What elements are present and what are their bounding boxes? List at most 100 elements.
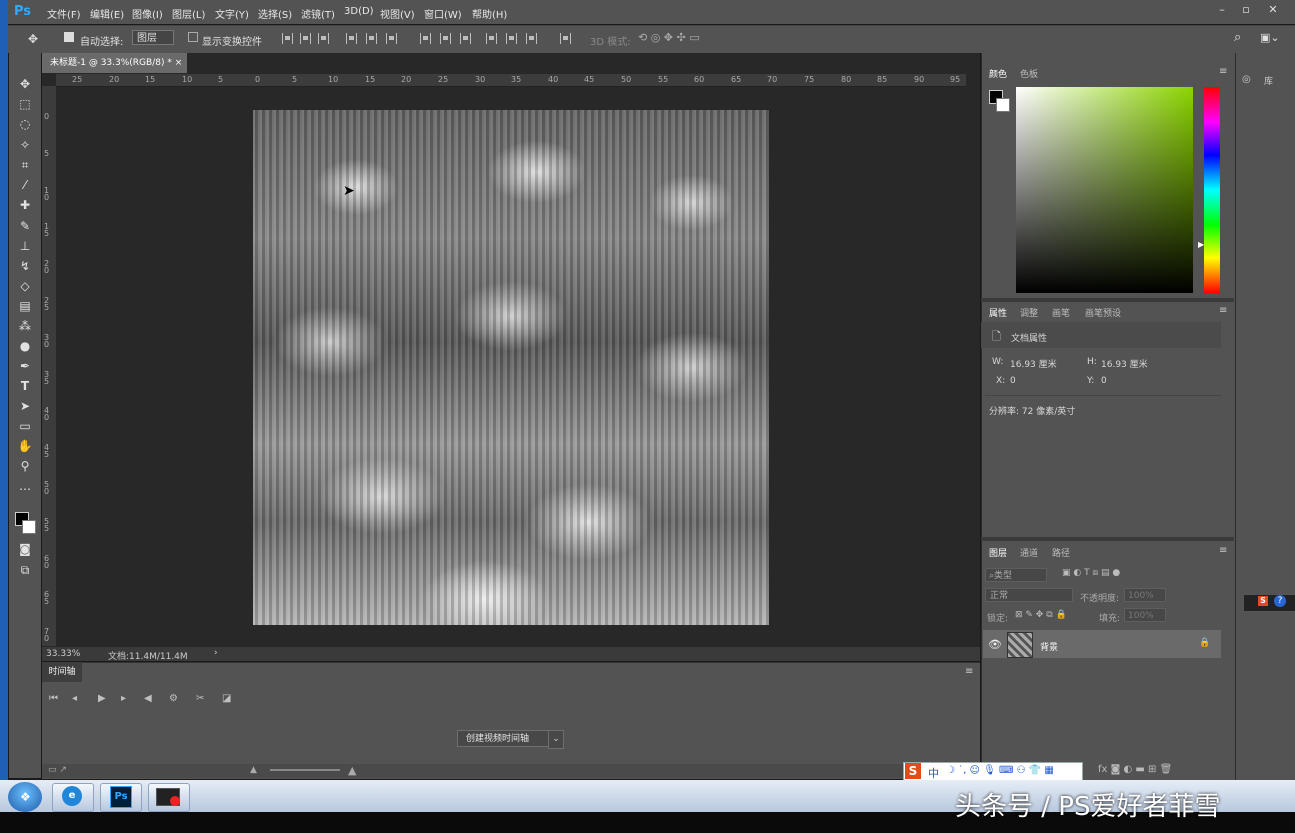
width-value[interactable]: 16.93 厘米 [1010,357,1057,370]
align-right-icon[interactable] [386,33,397,44]
timeline-menu-icon[interactable]: ≡ [965,666,973,677]
ime-logo[interactable]: S [905,763,921,779]
distribute-left-icon[interactable] [486,33,497,44]
show-transform-checkbox[interactable] [188,32,198,42]
rectangle-tool-icon[interactable]: ▭ [16,418,34,434]
blur-tool-icon[interactable]: ⁂ [16,318,34,334]
lock-icons[interactable]: ⊠ ✎ ✥ ⧉ 🔒 [1015,610,1067,620]
menu-select[interactable]: 选择(S) [258,6,292,21]
fill-input[interactable]: 100% [1124,608,1166,622]
align-left-icon[interactable] [346,33,357,44]
3d-orbit-icon[interactable]: ⟲ ◎ ✥ ✣ ▭ [638,31,700,44]
zoom-level[interactable]: 33.33% [46,649,80,659]
menu-filter[interactable]: 滤镜(T) [301,6,335,21]
workspace-icon[interactable]: ▣⌄ [1260,31,1280,44]
auto-select-checkbox[interactable] [64,32,74,42]
layers-panel-menu-icon[interactable]: ≡ [1219,545,1227,556]
menu-file[interactable]: 文件(F) [47,6,81,21]
hue-slider[interactable] [1204,87,1220,293]
menu-edit[interactable]: 编辑(E) [90,6,124,21]
type-tool-icon[interactable]: T [16,378,34,394]
distribute-right-icon[interactable] [526,33,537,44]
frame-icon[interactable]: ▭ ↗ [48,765,67,775]
tab-brush-presets[interactable]: 画笔预设 [1085,306,1121,319]
tab-adjustments[interactable]: 调整 [1020,306,1038,319]
color-picker-field[interactable] [1016,87,1193,293]
marquee-tool-icon[interactable]: ⬚ [16,96,34,112]
dodge-tool-icon[interactable]: ● [16,338,34,354]
ime-mode-label[interactable]: 中 [928,765,939,781]
height-value[interactable]: 16.93 厘米 [1101,357,1148,370]
align-hcenter-icon[interactable] [366,33,377,44]
distribute-top-icon[interactable] [420,33,431,44]
props-panel-menu-icon[interactable]: ≡ [1219,305,1227,316]
more-tools-icon[interactable]: … [16,478,34,494]
distribute-vcenter-icon[interactable] [440,33,451,44]
settings-icon[interactable]: ⚙ [169,693,178,704]
prev-frame-icon[interactable]: ◂ [72,693,77,704]
move-tool-icon[interactable]: ✥ [28,32,38,46]
close-button[interactable]: ✕ [1262,2,1284,18]
brush-tool-icon[interactable]: ✎ [16,218,34,234]
zoom-in-icon[interactable]: ▲ [348,764,356,777]
crop-tool-icon[interactable]: ⌗ [16,157,34,173]
layer-filter-dropdown[interactable]: ⌕类型 [985,568,1047,582]
quick-mask-icon[interactable]: ◙ [16,541,34,557]
screen-mode-icon[interactable]: ⧉ [16,562,34,578]
zoom-out-icon[interactable]: ▲ [250,765,257,775]
timeline-tab[interactable]: 时间轴 [42,662,82,682]
healing-brush-icon[interactable]: ✚ [16,197,34,213]
auto-select-dropdown[interactable]: 图层 [132,30,174,45]
opacity-input[interactable]: 100% [1124,588,1166,602]
eyedropper-icon[interactable]: ⁄ [16,177,34,193]
align-vcenter-icon[interactable] [300,33,311,44]
magic-wand-icon[interactable]: ✧ [16,137,34,153]
tab-color[interactable]: 颜色 [989,67,1007,80]
ime-floating-toolbar[interactable] [1243,594,1295,612]
restore-button[interactable]: ▫ [1235,2,1257,18]
menu-help[interactable]: 帮助(H) [472,6,507,21]
blend-mode-dropdown[interactable]: 正常 [985,588,1073,602]
path-select-icon[interactable]: ➤ [16,398,34,414]
background-color-swatch[interactable] [22,520,36,534]
menu-window[interactable]: 窗口(W) [424,6,462,21]
libraries-icon[interactable]: ◎ [1242,74,1251,85]
tab-layers[interactable]: 图层 [989,546,1007,559]
tab-channels[interactable]: 通道 [1020,546,1038,559]
tab-brush[interactable]: 画笔 [1052,306,1070,319]
menu-type[interactable]: 文字(Y) [215,6,249,21]
first-frame-icon[interactable]: ⏮ [49,693,58,704]
zoom-tool-icon[interactable]: ⚲ [16,458,34,474]
minimize-button[interactable]: – [1211,2,1233,18]
search-icon[interactable]: ⌕ [1234,30,1241,45]
transition-icon[interactable]: ◪ [222,693,231,704]
lasso-tool-icon[interactable]: ◌ [16,116,34,132]
image-canvas[interactable] [253,110,769,625]
next-frame-icon[interactable]: ▸ [121,693,126,704]
y-value[interactable]: 0 [1101,376,1107,386]
move-tool-icon[interactable]: ✥ [16,76,34,92]
visibility-eye-icon[interactable]: 👁 [988,638,1002,651]
close-tab-icon[interactable]: × [175,58,183,68]
pen-tool-icon[interactable]: ✒ [16,358,34,374]
help-icon[interactable]: ? [1274,595,1286,607]
audio-icon[interactable]: ◀ [144,693,152,704]
align-top-icon[interactable] [282,33,293,44]
auto-align-icon[interactable] [560,33,571,44]
create-video-timeline-button[interactable]: 创建视频时间轴 [457,730,562,747]
align-bottom-icon[interactable] [318,33,329,44]
tab-paths[interactable]: 路径 [1052,546,1070,559]
layer-filter-icons[interactable]: ▣ ◐ T ⧈ ▤ ● [1062,568,1120,578]
menu-image[interactable]: 图像(I) [132,6,163,21]
layer-footer-icons[interactable]: fx ◙ ◐ ▬ ⊞ 🗑 [1098,764,1172,775]
tab-properties[interactable]: 属性 [989,306,1007,319]
history-brush-icon[interactable]: ↯ [16,258,34,274]
play-icon[interactable]: ▶ [98,693,106,704]
stamp-tool-icon[interactable]: ⊥ [16,238,34,254]
gradient-tool-icon[interactable]: ▤ [16,298,34,314]
color-panel-menu-icon[interactable]: ≡ [1219,66,1227,77]
menu-3d[interactable]: 3D(D) [344,6,374,17]
color-bg-swatch[interactable] [996,98,1010,112]
menu-view[interactable]: 视图(V) [380,6,415,21]
distribute-bottom-icon[interactable] [460,33,471,44]
